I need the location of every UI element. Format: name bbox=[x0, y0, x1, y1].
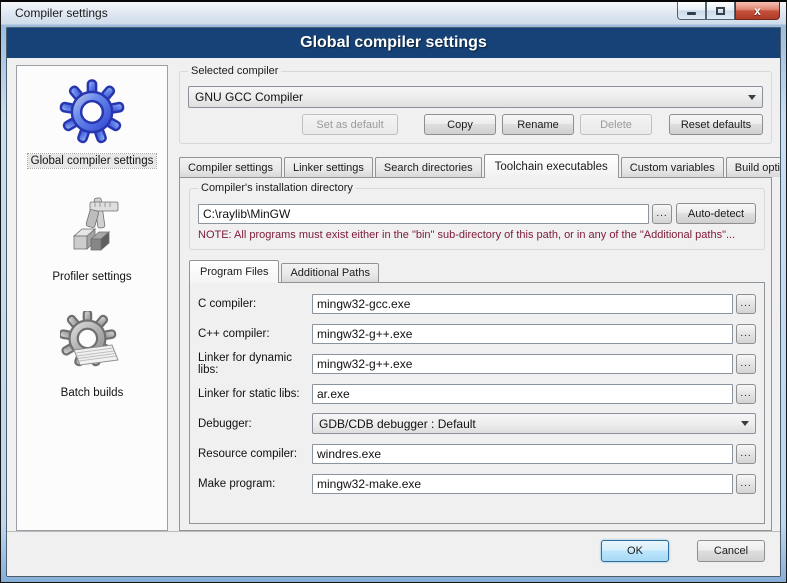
field-label: Debugger: bbox=[198, 418, 312, 430]
debugger-select[interactable]: GDB/CDB debugger : Default bbox=[312, 413, 756, 434]
chevron-down-icon bbox=[748, 95, 756, 100]
field-label: Make program: bbox=[198, 478, 312, 490]
field-label: C++ compiler: bbox=[198, 328, 312, 340]
field-label: C compiler: bbox=[198, 298, 312, 310]
field-label: Linker for static libs: bbox=[198, 388, 312, 400]
group-label: Selected compiler bbox=[188, 65, 281, 78]
selected-compiler-group: Selected compiler GNU GCC Compiler Set a… bbox=[179, 71, 772, 144]
tab-custom-variables[interactable]: Custom variables bbox=[621, 157, 724, 177]
make-program-input[interactable] bbox=[312, 474, 733, 494]
browse-make-program-button[interactable]: ... bbox=[736, 474, 756, 494]
tab-toolchain-executables[interactable]: Toolchain executables bbox=[484, 154, 619, 178]
auto-detect-button[interactable]: Auto-detect bbox=[676, 203, 756, 224]
browse-resource-compiler-button[interactable]: ... bbox=[736, 444, 756, 464]
sidebar-item-global-compiler-settings[interactable]: Global compiler settings bbox=[17, 66, 167, 168]
field-row-resource-compiler: Resource compiler: ... bbox=[198, 443, 756, 464]
copy-button[interactable]: Copy bbox=[424, 114, 496, 135]
sidebar-item-profiler-settings[interactable]: Profiler settings bbox=[17, 182, 167, 284]
field-row-cpp-compiler: C++ compiler: ... bbox=[198, 323, 756, 344]
close-icon: x bbox=[754, 5, 761, 17]
field-row-c-compiler: C compiler: ... bbox=[198, 293, 756, 314]
titlebar[interactable]: Compiler settings x bbox=[1, 2, 786, 25]
dialog-footer: OK Cancel bbox=[7, 531, 780, 576]
sidebar-item-label: Profiler settings bbox=[49, 270, 134, 284]
field-row-dynamic-linker: Linker for dynamic libs: ... bbox=[198, 353, 756, 374]
cpp-compiler-input[interactable] bbox=[312, 324, 733, 344]
debugger-select-value: GDB/CDB debugger : Default bbox=[319, 417, 476, 431]
dynamic-linker-input[interactable] bbox=[312, 354, 733, 374]
compiler-select[interactable]: GNU GCC Compiler bbox=[188, 86, 763, 108]
note-text: NOTE: All programs must exist either in … bbox=[198, 229, 756, 241]
installation-directory-group: Compiler's installation directory ... Au… bbox=[189, 188, 765, 250]
main-panel: Selected compiler GNU GCC Compiler Set a… bbox=[179, 65, 772, 531]
tab-build-options[interactable]: Build options bbox=[726, 157, 781, 177]
settings-tabstrip: Compiler settings Linker settings Search… bbox=[179, 153, 772, 177]
dialog-frame: Global compiler settings bbox=[6, 27, 781, 577]
toolchain-executables-panel: Compiler's installation directory ... Au… bbox=[179, 177, 772, 531]
window-controls: x bbox=[677, 2, 780, 20]
dialog-body: Global compiler settings bbox=[7, 58, 780, 531]
field-row-make-program: Make program: ... bbox=[198, 473, 756, 494]
rename-button[interactable]: Rename bbox=[502, 114, 574, 135]
sidebar-item-label: Global compiler settings bbox=[28, 154, 157, 168]
static-linker-input[interactable] bbox=[312, 384, 733, 404]
maximize-icon bbox=[716, 7, 725, 15]
compiler-settings-window: Compiler settings x Global compiler sett… bbox=[0, 0, 787, 583]
blue-gear-icon bbox=[59, 79, 125, 145]
delete-button[interactable]: Delete bbox=[580, 114, 652, 135]
field-row-debugger: Debugger: GDB/CDB debugger : Default bbox=[198, 413, 756, 434]
program-files-tabstrip: Program Files Additional Paths bbox=[189, 259, 765, 282]
field-label: Resource compiler: bbox=[198, 448, 312, 460]
browse-c-compiler-button[interactable]: ... bbox=[736, 294, 756, 314]
tab-linker-settings[interactable]: Linker settings bbox=[284, 157, 373, 177]
maximize-button[interactable] bbox=[706, 2, 735, 20]
compiler-buttons-row: Set as default Copy Rename Delete Reset … bbox=[188, 108, 763, 135]
minimize-icon bbox=[687, 12, 696, 15]
group-label: Compiler's installation directory bbox=[198, 182, 356, 195]
chevron-down-icon bbox=[741, 421, 749, 426]
field-label: Linker for dynamic libs: bbox=[198, 352, 312, 376]
minimize-button[interactable] bbox=[677, 2, 706, 20]
tab-additional-paths[interactable]: Additional Paths bbox=[281, 263, 379, 282]
cancel-button[interactable]: Cancel bbox=[697, 540, 765, 562]
browse-cpp-compiler-button[interactable]: ... bbox=[736, 324, 756, 344]
tab-compiler-settings[interactable]: Compiler settings bbox=[179, 157, 282, 177]
browse-static-linker-button[interactable]: ... bbox=[736, 384, 756, 404]
installation-directory-input[interactable] bbox=[198, 204, 649, 224]
installation-directory-row: ... Auto-detect bbox=[198, 203, 756, 224]
resource-compiler-input[interactable] bbox=[312, 444, 733, 464]
browse-dynamic-linker-button[interactable]: ... bbox=[736, 354, 756, 374]
program-files-panel: C compiler: ... C++ compiler: ... Linker… bbox=[189, 282, 765, 524]
tab-search-directories[interactable]: Search directories bbox=[375, 157, 482, 177]
settings-sidebar: Global compiler settings bbox=[16, 65, 168, 531]
page-title: Global compiler settings bbox=[7, 28, 780, 58]
compiler-select-value: GNU GCC Compiler bbox=[195, 90, 303, 104]
close-button[interactable]: x bbox=[735, 2, 780, 20]
c-compiler-input[interactable] bbox=[312, 294, 733, 314]
window-title: Compiler settings bbox=[15, 6, 108, 20]
set-as-default-button[interactable]: Set as default bbox=[302, 114, 398, 135]
tab-program-files[interactable]: Program Files bbox=[189, 260, 279, 283]
ok-button[interactable]: OK bbox=[601, 540, 669, 562]
browse-directory-button[interactable]: ... bbox=[652, 204, 672, 224]
gray-gear-stack-icon bbox=[60, 311, 124, 377]
reset-defaults-button[interactable]: Reset defaults bbox=[669, 114, 763, 135]
field-row-static-linker: Linker for static libs: ... bbox=[198, 383, 756, 404]
caliper-icon bbox=[60, 195, 124, 261]
sidebar-item-label: Batch builds bbox=[58, 386, 127, 400]
sidebar-item-batch-builds[interactable]: Batch builds bbox=[17, 298, 167, 400]
